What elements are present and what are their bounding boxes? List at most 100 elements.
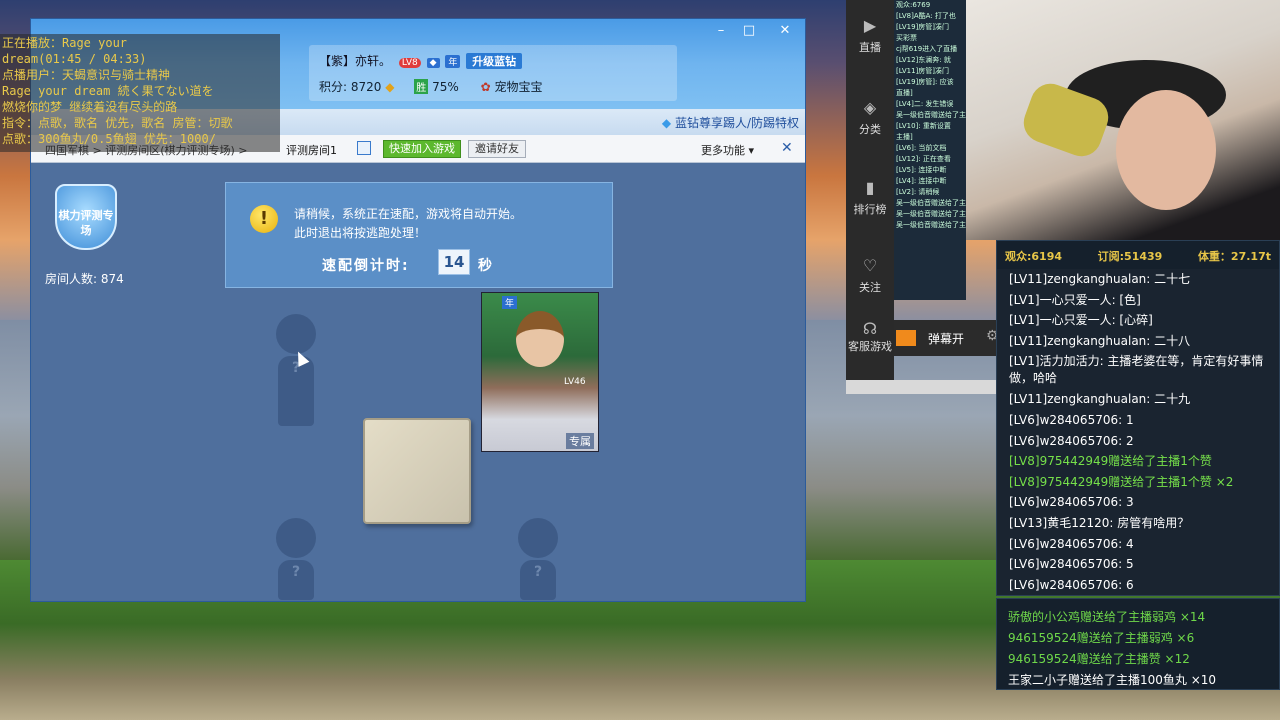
mini-chat-line: 吴一级伯音赠送给了主播 — [896, 210, 966, 218]
game-board-tile[interactable] — [363, 418, 471, 524]
quick-join-button[interactable]: 快速加入游戏 — [383, 140, 461, 158]
user-name: 【紫】亦轩。 — [319, 54, 392, 68]
room-close-icon[interactable]: ✕ — [781, 140, 793, 156]
countdown-value: 14 — [438, 249, 470, 275]
chat-message: [LV13]黄毛12120: 房管有啥用？ — [1009, 515, 1190, 530]
gift-panel: 骄傲的小公鸡赠送给了主播弱鸡 ×14 946159524赠送给了主播弱鸡 ×6 94… — [996, 598, 1280, 690]
score-row: 积分: 8720 ◆ 胜 75% ✿ 宠物宝宝 — [319, 78, 543, 95]
empty-seat-right[interactable]: ? — [513, 518, 563, 600]
viewer-count: 观众:6194 — [1005, 250, 1063, 263]
mini-chat-line: [LV12]: 正在查看 — [896, 155, 951, 163]
chat-message: [LV6]w284065706: 2 — [1009, 433, 1134, 448]
card-year-badge: 年 — [502, 296, 518, 309]
chat-message: [LV8]975442949赠送给了主播1个赞 ×2 — [1009, 474, 1234, 489]
sidebar-label: 关注 — [859, 281, 881, 294]
webcam-feed — [966, 0, 1280, 240]
player-avatar-card[interactable]: 年 LV46 专属 — [481, 292, 599, 452]
sidebar-label: 分类 — [859, 123, 881, 136]
chat-message: [LV1]一心只爱一人: [色] — [1009, 292, 1141, 307]
seat-body: ? — [278, 356, 314, 426]
stream-sidebar: ▶ 直播 ◈ 分类 ▮ 排行榜 ♡ 关注 ☊ 客服游戏 — [846, 0, 894, 384]
barrage-toggle-bar: 弹幕开 ⚙ — [894, 320, 999, 356]
mini-chat-line: [LV4]二: 发生错误 — [896, 100, 954, 108]
chat-message: [LV11]zengkanghualan: 二十八 — [1009, 333, 1191, 348]
sidebar-item-live[interactable]: ▶ 直播 — [846, 16, 894, 55]
song-line: 点歌：300鱼丸/0.5鱼翅 优先：1000/ — [2, 132, 216, 146]
barrage-toggle[interactable] — [896, 330, 916, 346]
pet-link[interactable]: 宠物宝宝 — [495, 80, 543, 94]
seat-body: ? — [520, 560, 556, 600]
headset-icon: ☊ — [862, 319, 878, 338]
level-badge: LV8 — [398, 58, 421, 68]
song-line: 燃烧你的梦 继续着没有尽头的路 — [2, 100, 178, 114]
song-line: 正在播放：Rage your — [2, 36, 128, 50]
gift-message: 王家二小子赠送给了主播100鱼丸 ×10 — [1008, 673, 1217, 687]
more-functions-menu[interactable]: 更多功能 ▾ — [701, 142, 754, 158]
song-line: dream(01:45 / 04:33) — [2, 52, 147, 66]
close-icon[interactable]: ✕ — [775, 23, 795, 38]
chat-panel: 观众:6194 订阅:51439 体重：27.17t [LV11]zengkan… — [996, 240, 1280, 596]
gift-messages: 骄傲的小公鸡赠送给了主播弱鸡 ×14 946159524赠送给了主播弱鸡 ×6 94… — [997, 607, 1279, 691]
countdown-unit: 秒 — [478, 258, 492, 274]
card-level: LV46 — [564, 377, 586, 387]
mini-chat-line: 观众:6769 — [896, 1, 931, 9]
mini-chat-line: 吴一级伯音赠送给了主播 — [896, 199, 966, 207]
matching-notice: ! 请稍候，系统正在速配，游戏将自动开始。 此时退出将按逃跑处理！ 速配倒计时:… — [225, 182, 613, 288]
coin-icon: ◆ — [385, 80, 395, 94]
mini-chat-line: [LV6]: 当前文档 — [896, 144, 947, 152]
mini-chat-line: cj帮619进入了直播 — [896, 45, 958, 53]
upgrade-button[interactable]: 升级蓝钻 — [466, 53, 523, 69]
song-line: 点播用户：天蝎意识与骑士精神 — [2, 68, 171, 82]
chat-message: [LV6]w284065706: 3 — [1009, 495, 1134, 510]
bar-chart-icon: ▮ — [865, 178, 875, 197]
mini-chat-line: [LV12]东澜奔: 就 — [896, 56, 951, 64]
minimize-icon[interactable]: – — [711, 23, 731, 38]
game-area: 棋力评测专场 房间人数: 874 ! 请稍候，系统正在速配，游戏将自动开始。 此… — [33, 164, 803, 600]
warning-icon: ! — [250, 205, 278, 233]
chat-messages: [LV11]zengkanghualan: 二十七 [LV1]一心只爱一人: [色… — [997, 269, 1279, 595]
mini-chat-line: 直播] — [896, 89, 913, 97]
invite-friend-button[interactable]: 邀请好友 — [468, 140, 526, 158]
seat-head — [276, 518, 316, 558]
avatar — [516, 311, 564, 367]
seat-head — [276, 314, 316, 354]
song-line: Rage your dream 続く果てない道を — [2, 84, 214, 98]
empty-seat-left[interactable]: ? — [271, 518, 321, 600]
seat-head — [518, 518, 558, 558]
more-label: 更多功能 — [701, 144, 745, 157]
sidebar-item-ranking[interactable]: ▮ 排行榜 — [846, 178, 894, 217]
sidebar-item-category[interactable]: ◈ 分类 — [846, 98, 894, 137]
layers-icon: ◈ — [863, 98, 877, 117]
current-room: 评测房间1 — [286, 144, 337, 157]
mini-chat-panel: 观众:6769 [LV8]A酷A: 打了也 [LV19]房管]凑门 买彩票 cj… — [894, 0, 966, 300]
chevron-down-icon: ▾ — [748, 144, 755, 157]
chat-message: [LV1]一心只爱一人: [心碎] — [1009, 313, 1153, 328]
mini-chat-line: 吴一级伯音赠送给了主播 — [896, 221, 966, 229]
chat-message: [LV11]zengkanghualan: 二十七 — [1009, 272, 1191, 286]
notice-line-2: 此时退出将按逃跑处理！ — [294, 226, 427, 240]
question-icon: ? — [533, 564, 543, 580]
subscriber-count: 订阅:51439 — [1097, 250, 1163, 263]
diamond-icon: ◆ — [661, 116, 672, 130]
maximize-icon[interactable]: □ — [739, 23, 759, 38]
webcam-face — [1116, 90, 1216, 210]
countdown-label: 速配倒计时: — [322, 258, 410, 274]
scrollbar[interactable] — [846, 380, 996, 394]
mini-chat-line: [LV4]: 连接中断 — [896, 177, 947, 185]
sidebar-item-service[interactable]: ☊ 客服游戏 — [846, 319, 894, 354]
weight-value: 体重：27.17t — [1197, 250, 1271, 263]
score: 积分: 8720 — [319, 80, 382, 94]
user-panel: 【紫】亦轩。 LV8 ◆ 年 升级蓝钻 积分: 8720 ◆ 胜 75% ✿ 宠… — [309, 45, 677, 101]
vip-link-label: 蓝钻尊享踢人/防踢特权 — [674, 116, 799, 130]
sidebar-item-follow[interactable]: ♡ 关注 — [846, 256, 894, 295]
chat-stats: 观众:6194 订阅:51439 体重：27.17t — [997, 241, 1279, 269]
sidebar-label: 直播 — [859, 41, 881, 54]
mini-chat-line: [LV19]房管]凑门 — [896, 23, 950, 31]
gift-message: 946159524赠送给了主播弱鸡 ×6 — [1008, 631, 1195, 645]
heart-icon: ♡ — [862, 256, 878, 275]
empty-seat-top[interactable]: ? — [271, 314, 321, 426]
chat-message: [LV6]w284065706: 4 — [1009, 536, 1134, 551]
copy-icon[interactable] — [357, 141, 371, 155]
vip-link[interactable]: ◆ 蓝钻尊享踢人/防踢特权 — [662, 114, 799, 131]
mini-chat-line: [LV19]房管]: 应该 — [896, 78, 954, 86]
